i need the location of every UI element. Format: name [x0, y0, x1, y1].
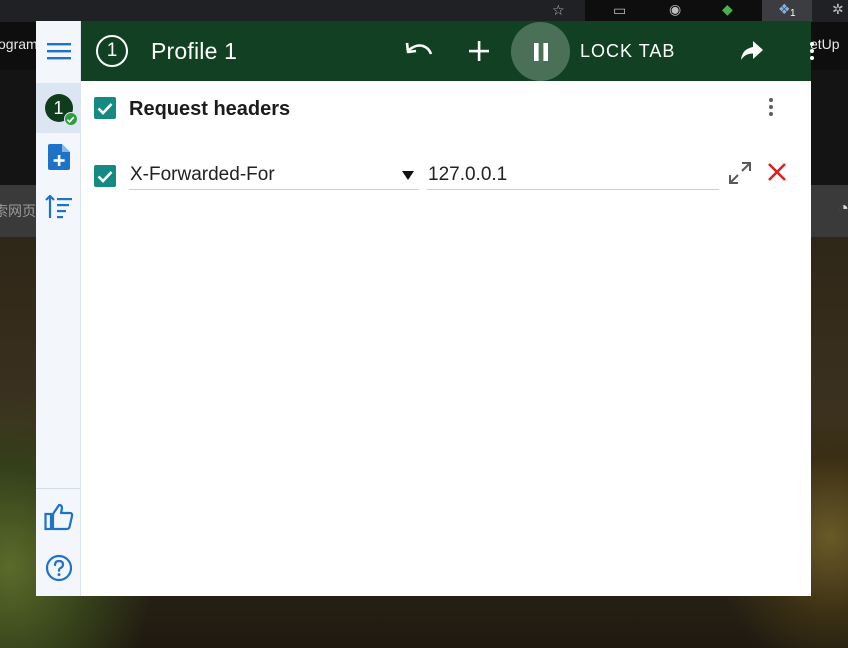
- search-snippet[interactable]: 索网页: [0, 201, 36, 221]
- extension-badge: 1: [790, 8, 796, 19]
- section-title: Request headers: [129, 98, 291, 120]
- request-headers-panel: Request headers X-Forwarded-For 127.0.0.…: [81, 81, 811, 596]
- sidebar: 1: [36, 21, 81, 596]
- thumb-up-icon: [43, 503, 73, 531]
- pause-icon: [533, 42, 548, 61]
- add-profile-button[interactable]: [36, 137, 81, 177]
- add-button[interactable]: [461, 33, 497, 69]
- header-name-input[interactable]: X-Forwarded-For: [129, 162, 419, 190]
- profile-avatar-number: 1: [53, 97, 64, 118]
- header-name-value: X-Forwarded-For: [130, 164, 275, 185]
- bookmark-left[interactable]: ogram: [0, 36, 38, 52]
- hamburger-menu-icon: [46, 43, 71, 60]
- browser-tabbar: ☆ ▭ ◉ ◆ ❖ 1 ✲: [0, 0, 848, 22]
- check-icon: [97, 102, 113, 115]
- share-button[interactable]: [734, 33, 770, 69]
- lock-tab-button[interactable]: LOCK TAB: [580, 41, 675, 62]
- more-vert-icon: [769, 98, 773, 102]
- share-icon: [741, 41, 763, 60]
- active-check-icon: [63, 112, 78, 126]
- dropdown-arrow-icon[interactable]: [402, 171, 414, 180]
- rate-button[interactable]: [36, 497, 81, 537]
- profile-header: 1 Profile 1 LOCK TAB: [81, 21, 814, 81]
- puzzle-extensions-icon[interactable]: ✲: [832, 2, 844, 16]
- note-add-icon: [47, 144, 70, 170]
- circle-extension-icon[interactable]: ◉: [669, 2, 681, 16]
- expand-button[interactable]: [725, 158, 755, 188]
- header-value-text: 127.0.0.1: [428, 164, 508, 185]
- sidebar-item-profile-1[interactable]: 1: [36, 83, 81, 133]
- header-value-input[interactable]: 127.0.0.1: [427, 162, 719, 190]
- more-vert-icon: [810, 42, 814, 46]
- sidebar-divider: [36, 488, 81, 489]
- sort-button[interactable]: [36, 187, 81, 227]
- bookmark-star-icon[interactable]: ☆: [552, 3, 565, 17]
- search-clock-icon[interactable]: ◔: [838, 199, 848, 217]
- expand-icon: [729, 162, 751, 184]
- request-headers-checkbox[interactable]: [94, 97, 116, 119]
- section-more-button[interactable]: [761, 93, 781, 121]
- profile-title[interactable]: Profile 1: [151, 38, 237, 65]
- undo-button[interactable]: [401, 33, 437, 69]
- header-extension-icon[interactable]: ❖: [778, 2, 791, 16]
- help-button[interactable]: [36, 548, 81, 588]
- modheader-popup: 1 1 Profile 1 LOCK TAB Request headers X…: [36, 21, 814, 596]
- close-icon: [768, 163, 786, 181]
- profile-avatar: 1: [44, 94, 78, 126]
- help-icon: [45, 554, 72, 582]
- plus-icon: [469, 41, 489, 61]
- header-more-button[interactable]: [802, 37, 822, 65]
- header-row-checkbox[interactable]: [94, 165, 116, 187]
- reader-extension-icon[interactable]: ▭: [613, 3, 626, 17]
- pause-button[interactable]: [511, 22, 570, 81]
- sort-icon: [44, 195, 72, 219]
- undo-icon: [405, 42, 433, 55]
- profile-number-badge[interactable]: 1: [96, 35, 128, 67]
- sidebar-menu-button[interactable]: [36, 21, 81, 81]
- check-icon: [97, 170, 113, 183]
- color-extension-icon[interactable]: ◆: [722, 2, 733, 16]
- delete-header-button[interactable]: [762, 157, 792, 187]
